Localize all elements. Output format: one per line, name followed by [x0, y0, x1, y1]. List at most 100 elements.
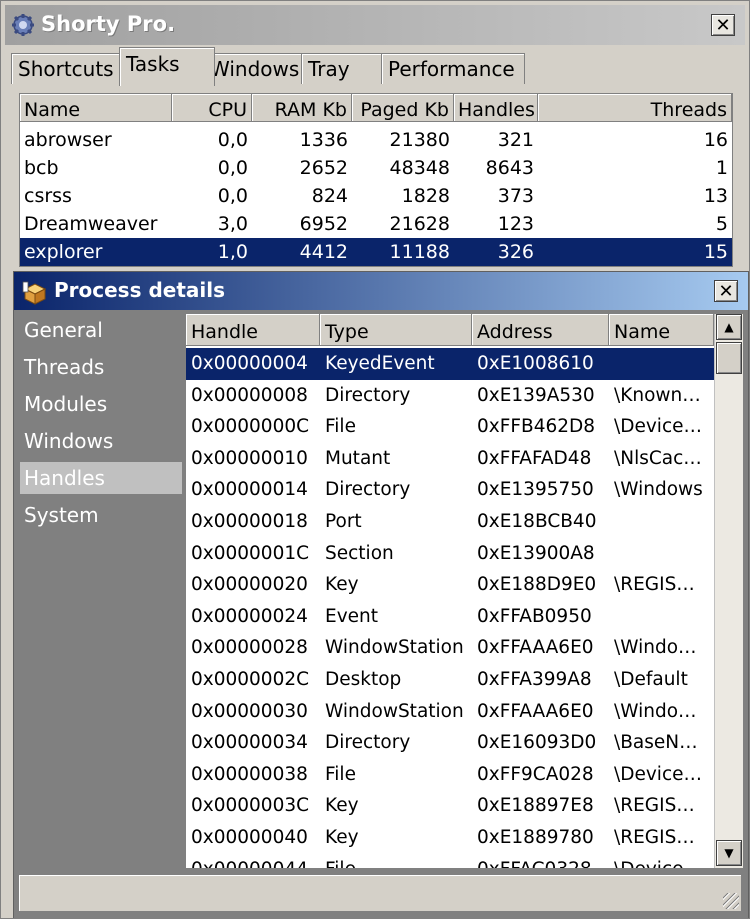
tab-windows[interactable]: Windows [203, 53, 311, 84]
process-details-close-button[interactable]: ✕ [714, 280, 738, 302]
handle-name: \BaseN… [614, 732, 698, 754]
scroll-up-button[interactable]: ▲ [716, 314, 742, 340]
process-cpu: 0,0 [217, 157, 248, 179]
tab-performance[interactable]: Performance [381, 53, 525, 84]
handle-address: 0xE1008610 [477, 353, 594, 374]
table-row[interactable]: 0x00000038 File 0xFF9CA028 \Device… [186, 759, 714, 791]
handle-value: 0x00000044 [186, 854, 320, 868]
handle-value: 0x00000020 [191, 574, 308, 596]
handle-name [609, 601, 714, 633]
handle-name [609, 506, 714, 538]
process-handles: 8643 [485, 157, 534, 179]
column-header-handles[interactable]: Handles [454, 94, 538, 122]
nav-item-general[interactable]: General [20, 314, 182, 346]
table-row[interactable]: 0x00000024 Event 0xFFAB0950 [186, 601, 714, 633]
column-header-cpu[interactable]: CPU [172, 94, 252, 122]
handle-address: 0xE188D9E0 [477, 574, 597, 596]
scroll-down-button[interactable]: ▼ [716, 840, 742, 866]
column-header-handle[interactable]: Handle [186, 314, 320, 346]
nav-item-modules[interactable]: Modules [20, 388, 182, 420]
column-header-threads[interactable]: Threads [538, 94, 732, 122]
handle-type: KeyedEvent [325, 353, 435, 374]
scroll-thumb[interactable] [716, 342, 742, 374]
resize-grip[interactable] [723, 893, 739, 909]
table-row-selected[interactable]: explorer 1,0 4412 11188 326 15 [20, 238, 732, 266]
handle-address: 0xFFAAA6E0 [477, 700, 594, 722]
tab-tasks[interactable]: Tasks [119, 47, 215, 86]
table-row[interactable]: 0x00000028 WindowStation 0xFFAAA6E0 \Windo… [186, 632, 714, 664]
handle-type: WindowStation [325, 700, 464, 722]
table-row[interactable]: 0x00000040 Key 0xE1889780 \REGIS… [186, 822, 714, 854]
arrow-up-icon: ▲ [724, 320, 734, 334]
process-cpu: 0,0 [217, 185, 248, 207]
table-row[interactable]: 0x00000034 Directory 0xE16093D0 \BaseN… [186, 727, 714, 759]
process-details-title-bar[interactable]: Process details ✕ [14, 272, 748, 310]
nav-item-handles[interactable]: Handles [20, 462, 182, 494]
table-row[interactable]: 0x0000001C Section 0xE13900A8 [186, 538, 714, 570]
column-header-paged[interactable]: Paged Kb [352, 94, 454, 122]
table-row[interactable]: 0x00000030 WindowStation 0xFFAAA6E0 \Windo… [186, 696, 714, 728]
handle-value: 0x00000034 [191, 732, 308, 754]
handle-value: 0x0000001C [191, 542, 310, 564]
handle-type: Key [325, 574, 359, 596]
close-button[interactable]: ✕ [711, 14, 735, 36]
table-row[interactable]: abrowser 0,0 1336 21380 321 16 [20, 126, 732, 154]
table-row[interactable]: 0x00000018 Port 0xE18BCB40 [186, 506, 714, 538]
table-row[interactable]: 0x00000020 Key 0xE188D9E0 \REGIS… [186, 569, 714, 601]
process-threads: 5 [715, 213, 728, 235]
handle-name: \Device… [614, 416, 703, 438]
table-row[interactable]: 0x00000044File0xFFAC0328\Device… [186, 854, 714, 868]
column-header-address[interactable]: Address [472, 314, 609, 346]
process-cpu: 1,0 [217, 241, 248, 263]
handle-type: Key [325, 827, 359, 848]
table-row[interactable]: 0x0000000C File 0xFFB462D8 \Device… [186, 411, 714, 443]
nav-item-threads[interactable]: Threads [20, 351, 182, 383]
status-bar [18, 874, 742, 912]
process-paged: 21628 [389, 213, 450, 235]
column-header-name[interactable]: Name [20, 94, 172, 122]
process-handles: 123 [497, 213, 534, 235]
handle-name: \Windows [614, 479, 703, 501]
column-header-name[interactable]: Name [609, 314, 714, 346]
gear-icon [12, 14, 34, 36]
table-row[interactable]: 0x0000003C Key 0xE18897E8 \REGIS… [186, 790, 714, 822]
table-row[interactable]: 0x00000014 Directory 0xE1395750 \Windows [186, 474, 714, 506]
table-row[interactable]: csrss 0,0 824 1828 373 13 [20, 182, 732, 210]
table-row[interactable]: Dreamweaver 3,0 6952 21628 123 5 [20, 210, 732, 238]
process-threads: 1 [715, 157, 728, 179]
process-ram: 824 [311, 185, 348, 207]
process-name: csrss [24, 185, 72, 207]
column-header-type[interactable]: Type [320, 314, 472, 346]
handle-address: 0xFFAFAD48 [477, 447, 592, 469]
handle-type: Desktop [325, 669, 402, 690]
table-row[interactable]: 0x00000010 Mutant 0xFFAFAD48 \NlsCac… [186, 443, 714, 475]
tab-shortcuts[interactable]: Shortcuts [11, 53, 131, 84]
handle-address: 0xFFB462D8 [477, 416, 596, 438]
process-threads: 13 [703, 185, 728, 207]
process-handles: 321 [497, 129, 534, 151]
process-threads: 15 [703, 241, 728, 263]
nav-item-windows[interactable]: Windows [20, 425, 182, 457]
handles-table[interactable]: Handle Type Address Name 0x00000004 Keyed… [186, 314, 714, 868]
table-row[interactable]: 0x00000008 Directory 0xE139A530 \Known… [186, 380, 714, 412]
vertical-scrollbar[interactable]: ▲ ▼ [714, 314, 743, 868]
process-cpu: 3,0 [217, 213, 248, 235]
column-header-ram[interactable]: RAM Kb [252, 94, 352, 122]
package-icon [22, 281, 47, 305]
handle-value: 0x00000010 [191, 447, 308, 469]
handle-name: \REGIS… [614, 827, 695, 848]
nav-item-system[interactable]: System [20, 499, 182, 531]
process-cpu: 0,0 [217, 129, 248, 151]
handle-address: 0xE13900A8 [477, 542, 595, 564]
table-row-selected[interactable]: 0x00000004 KeyedEvent 0xE1008610 [186, 348, 714, 380]
handle-value: 0x00000040 [191, 827, 308, 848]
title-bar[interactable]: Shorty Pro. ✕ [5, 5, 745, 45]
task-list[interactable]: Name CPU RAM Kb Paged Kb Handles Threads… [19, 93, 733, 267]
handle-type: Directory [325, 732, 411, 754]
handle-name: \Windo… [614, 700, 697, 722]
handle-address: 0xE18BCB40 [477, 511, 597, 532]
table-row[interactable]: bcb 0,0 2652 48348 8643 1 [20, 154, 732, 182]
handle-name: \REGIS… [614, 574, 695, 596]
tab-tray[interactable]: Tray [301, 53, 391, 84]
table-row[interactable]: 0x0000002C Desktop 0xFFA399A8 \Default [186, 664, 714, 696]
